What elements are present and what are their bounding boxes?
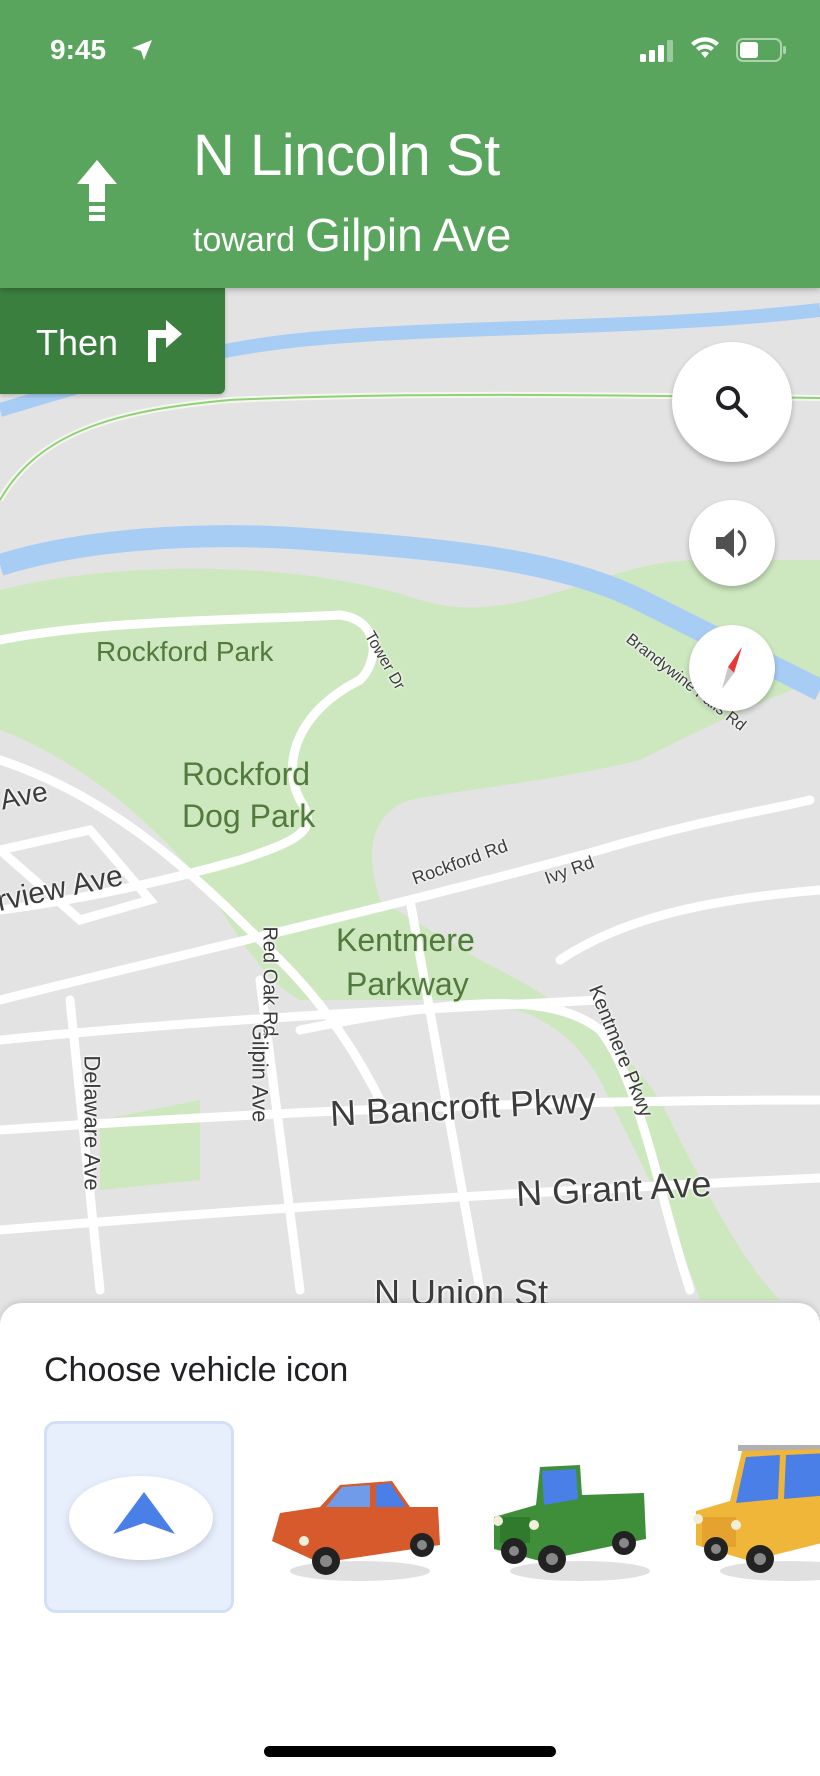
vehicle-option-arrow[interactable] [44,1421,234,1613]
compass-icon [722,647,742,689]
then-card[interactable]: Then [0,288,225,394]
label-kentmere-parkway-line1: Kentmere [336,922,475,958]
label-rockford-park: Rockford Park [96,636,274,667]
search-button[interactable] [672,342,792,462]
sheet-title: Choose vehicle icon [44,1351,349,1389]
then-label: Then [36,322,119,363]
vehicle-option-green-pickup[interactable] [480,1421,670,1613]
vehicle-option-yellow-suv[interactable] [690,1421,820,1613]
wifi-icon [691,37,719,58]
red-car-icon [272,1481,440,1581]
cellular-signal-icon [640,40,673,62]
toward-street: Gilpin Ave [305,209,512,261]
navigation-arrow-vehicle-icon [69,1476,213,1560]
sound-button[interactable] [689,500,775,586]
status-bar: 9:45 [0,0,820,100]
toward-word: toward [193,221,296,259]
label-kentmere-parkway-line2: Parkway [346,966,469,1002]
label-delaware-ave: Delaware Ave [79,1055,105,1191]
turn-right-icon [148,320,182,362]
compass-button[interactable] [689,625,775,711]
status-time: 9:45 [50,34,107,65]
volume-icon [716,528,747,558]
label-rockford-dog-park-line1: Rockford [182,756,311,792]
toward-line: toward Gilpin Ave [193,208,511,262]
vehicle-options[interactable] [0,1421,820,1617]
search-icon [716,386,748,418]
label-red-oak-rd: Red Oak Rd [258,926,281,1037]
straight-arrow-icon [77,160,117,221]
vehicle-icon-sheet: Choose vehicle icon [0,1303,820,1776]
current-street: N Lincoln St [193,123,500,188]
label-rockford-dog-park-line2: Dog Park [182,798,316,834]
location-arrow-icon [132,40,152,60]
green-pickup-icon [493,1465,650,1581]
vehicle-option-red-sedan[interactable] [260,1421,450,1613]
navigation-header: 9:45 N Lincoln St toward Gilpin Ave [0,0,820,288]
battery-icon [736,38,786,62]
home-indicator[interactable] [264,1746,556,1757]
label-gilpin-ave: Gilpin Ave [247,1023,273,1123]
yellow-suv-icon [693,1445,820,1581]
